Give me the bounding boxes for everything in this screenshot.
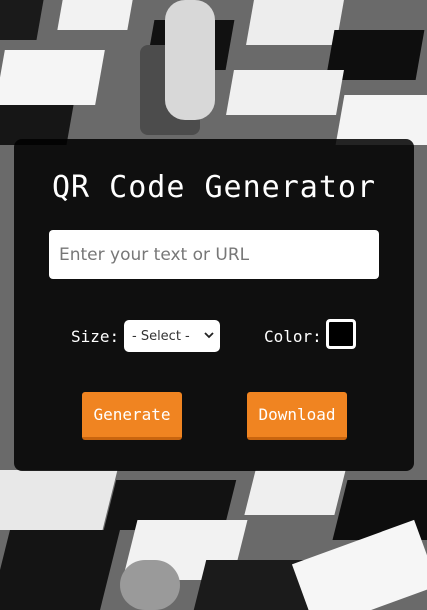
page-title: QR Code Generator	[51, 170, 377, 205]
text-url-input[interactable]	[49, 230, 379, 279]
size-select[interactable]: - Select -	[124, 320, 220, 352]
color-label: Color:	[264, 327, 322, 346]
size-label: Size:	[71, 327, 120, 346]
generate-button[interactable]: Generate	[82, 392, 182, 440]
size-select-value: - Select -	[132, 328, 190, 344]
download-button[interactable]: Download	[247, 392, 347, 440]
chevron-down-icon	[204, 332, 214, 339]
qr-generator-panel: QR Code Generator Size: - Select - Color…	[14, 139, 414, 471]
color-picker[interactable]	[326, 319, 356, 349]
